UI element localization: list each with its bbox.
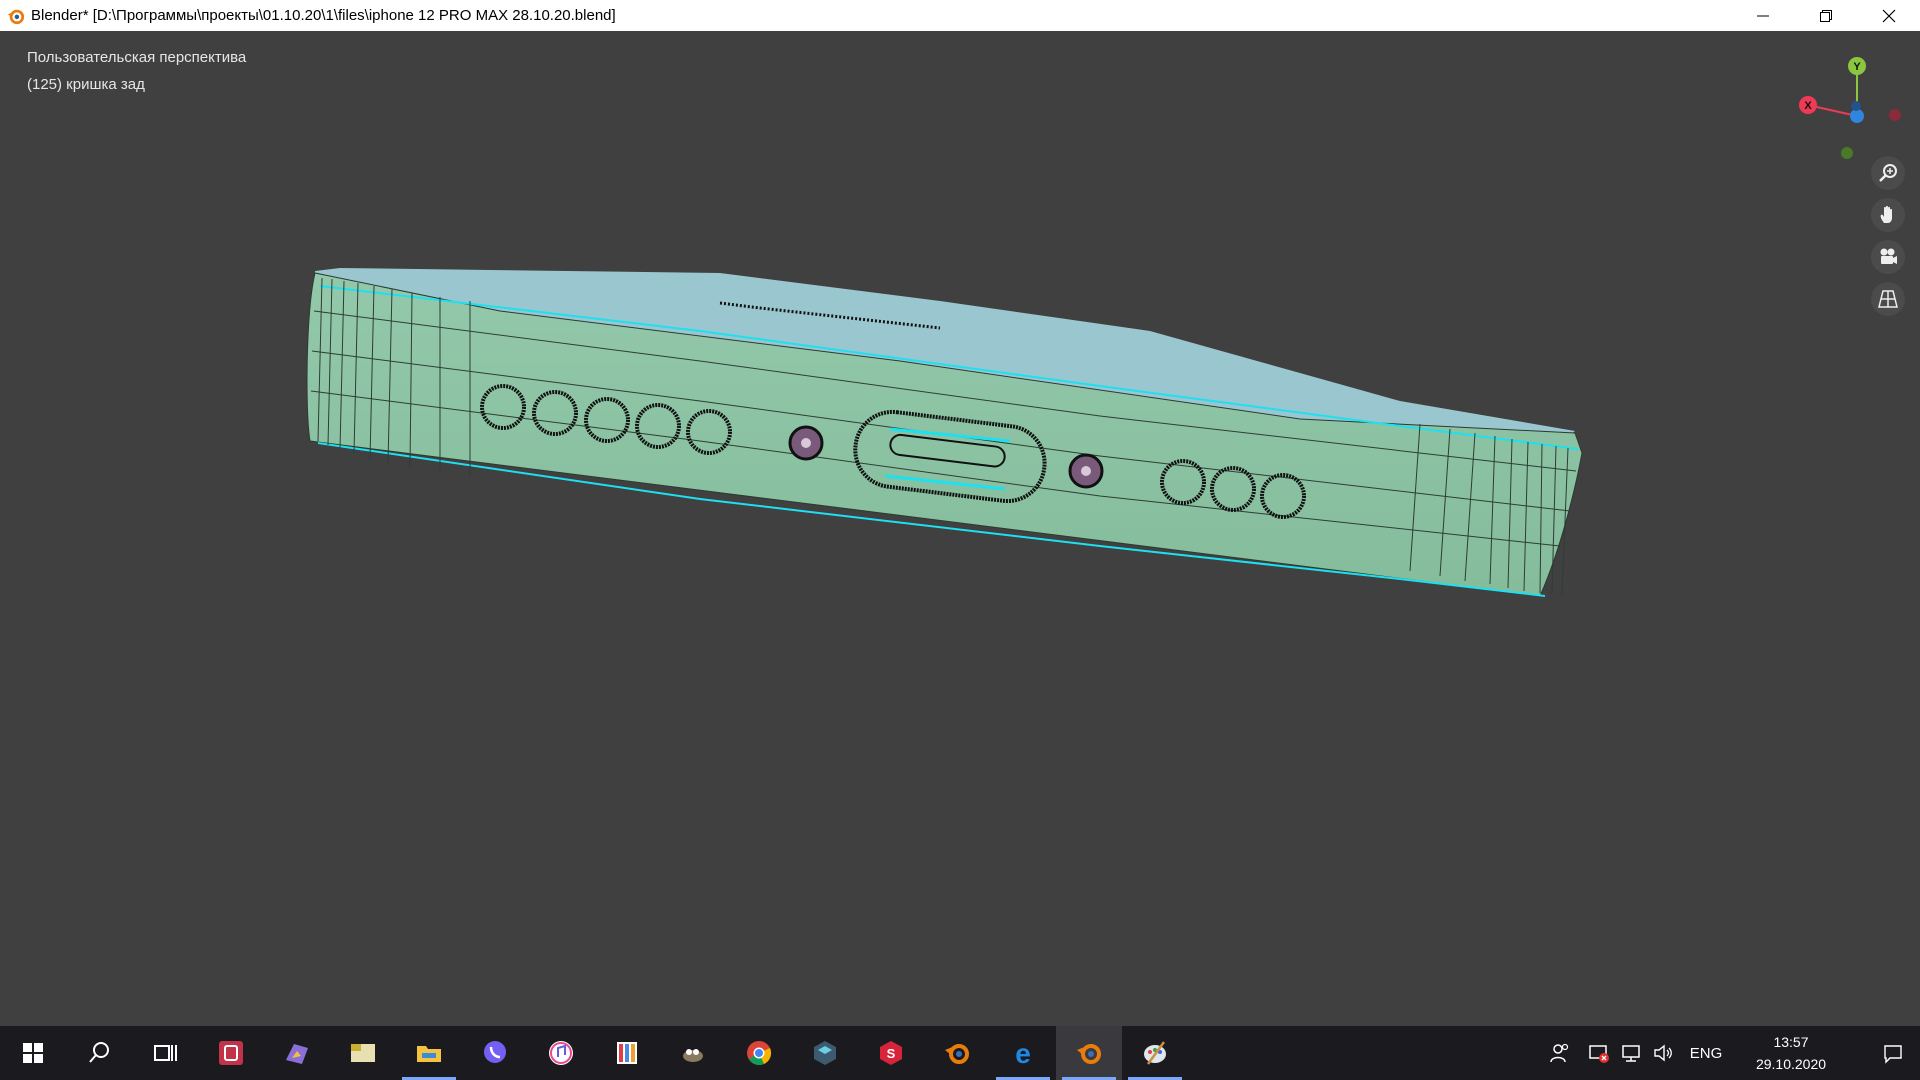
clock-time: 13:57 [1773,1034,1809,1050]
action-center-button[interactable] [1866,1026,1920,1080]
zoom-icon [1879,164,1897,182]
z-axis-handle[interactable] [1850,109,1864,123]
taskbar-app-explorer[interactable] [396,1026,462,1080]
network-icon [1622,1045,1640,1062]
window-title: Blender* [D:\Программы\проекты\01.10.20\… [31,7,616,24]
taskbar-app-99[interactable] [330,1026,396,1080]
recorder-app-icon [219,1041,243,1065]
navigation-tools [1871,156,1905,316]
chrome-icon [747,1041,772,1065]
taskbar-app-edge[interactable]: e [990,1026,1056,1080]
pan-button[interactable] [1871,198,1905,232]
svg-text:S: S [887,1046,896,1061]
camera-icon [1880,248,1897,264]
substance-icon: S [880,1041,902,1065]
taskbar-app-viber[interactable] [462,1026,528,1080]
neg-x-axis-handle[interactable] [1889,109,1901,121]
y-axis-label: Y [1853,61,1861,73]
taskbar-app-layers[interactable] [792,1026,858,1080]
title-bar[interactable]: Blender* [D:\Программы\проекты\01.10.20\… [0,0,1920,31]
restore-button[interactable] [1794,0,1857,31]
defender-status-button[interactable] [1584,1026,1614,1080]
window-controls [1731,0,1920,31]
viber-icon [484,1041,506,1063]
taskbar-app-blender-active[interactable] [1056,1026,1122,1080]
task-view-button[interactable] [132,1026,198,1080]
gimp-icon [683,1049,703,1062]
grid-view-icon [1878,290,1898,308]
system-tray: ENG 13:57 29.10.2020 [1540,1026,1920,1080]
people-icon [1550,1043,1569,1063]
svg-text:e: e [1015,1038,1031,1068]
taskbar-app-office[interactable] [594,1026,660,1080]
taskbar-app-substance[interactable]: S [858,1026,924,1080]
clock-date: 29.10.2020 [1755,1056,1827,1072]
blender-window: Blender* [D:\Программы\проекты\01.10.20\… [0,0,1920,1080]
taskbar-app-paint[interactable] [1122,1026,1188,1080]
clock[interactable]: 13:57 29.10.2020 [1736,1026,1846,1080]
start-button[interactable] [0,1026,66,1080]
minimize-button[interactable] [1731,0,1794,31]
office-app-icon [617,1042,637,1064]
ninety-nine-app-icon [351,1044,375,1062]
taskbar-app-itunes[interactable] [528,1026,594,1080]
volume-button[interactable] [1648,1026,1678,1080]
camera-view-button[interactable] [1871,240,1905,274]
taskbar-app-image[interactable] [264,1026,330,1080]
taskbar-app-gimp[interactable] [660,1026,726,1080]
pan-hand-icon [1880,205,1892,223]
blender-icon [945,1044,969,1064]
search-icon [89,1042,109,1063]
taskbar-app-chrome[interactable] [726,1026,792,1080]
blender-logo-icon [0,0,31,31]
input-language-indicator[interactable]: ENG [1682,1026,1730,1080]
people-button[interactable] [1540,1026,1580,1080]
search-button[interactable] [66,1026,132,1080]
taskbar-app-recorder[interactable] [198,1026,264,1080]
notification-icon [1884,1045,1902,1064]
neg-y-axis-handle[interactable] [1841,147,1853,159]
file-explorer-icon [417,1046,441,1062]
taskbar: S e ENG 13:57 29.10.2020 [0,1026,1920,1080]
task-view-icon [154,1045,177,1061]
volume-icon [1654,1044,1672,1062]
zoom-button[interactable] [1871,156,1905,190]
close-button[interactable] [1857,0,1920,31]
image-app-icon [286,1044,308,1064]
taskbar-app-blender[interactable] [924,1026,990,1080]
security-warning-icon [1589,1045,1609,1063]
x-axis-label: X [1804,100,1812,112]
paint-app-icon [1144,1041,1166,1065]
3d-viewport[interactable]: Пользовательская перспектива (125) кришк… [0,31,1920,1026]
start-icon [23,1043,43,1063]
perspective-toggle-button[interactable] [1871,282,1905,316]
navigation-gizmo[interactable]: Y X [1780,41,1910,171]
blender-icon [1077,1044,1101,1064]
itunes-icon [549,1041,573,1065]
network-button[interactable] [1616,1026,1646,1080]
layers-app-icon [814,1041,836,1065]
edge-icon: e [1015,1038,1031,1068]
mesh-model[interactable] [0,31,1920,1026]
